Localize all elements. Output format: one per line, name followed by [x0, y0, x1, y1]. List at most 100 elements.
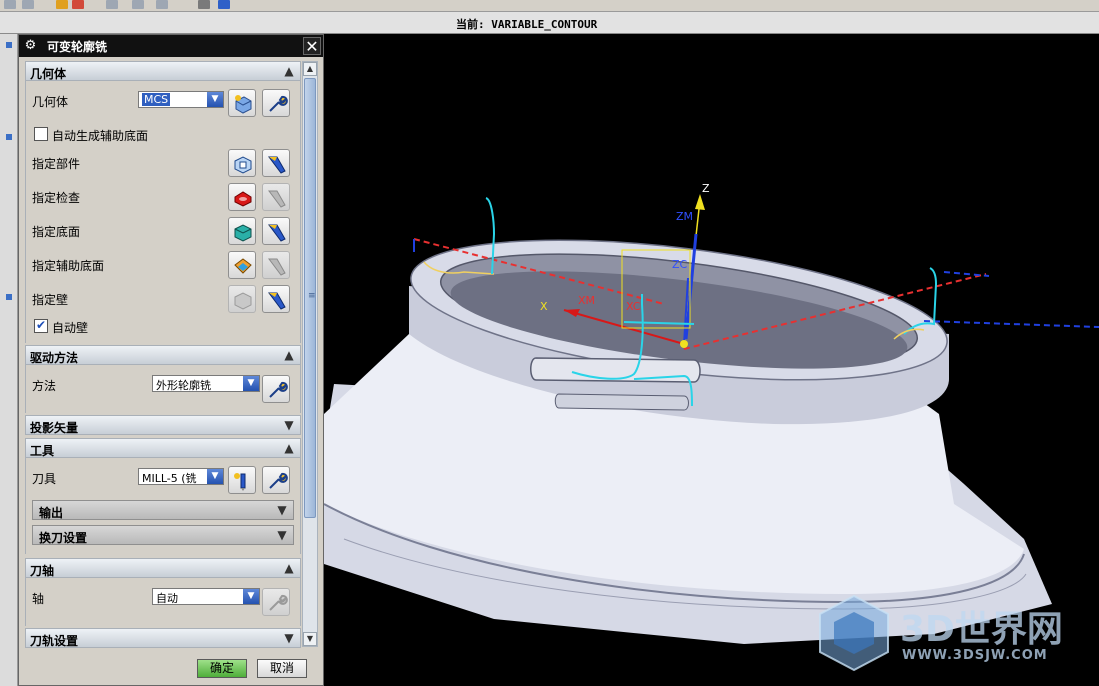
chevron-up-icon[interactable]: ▲: [282, 440, 296, 456]
part-slot-inner: [554, 393, 689, 411]
chevron-down-icon[interactable]: ▼: [207, 469, 223, 484]
chevron-up-icon[interactable]: ▲: [282, 560, 296, 576]
section-title: 刀轴: [30, 564, 55, 578]
axis-label-z: Z: [702, 182, 710, 195]
chevron-down-icon[interactable]: ▼: [243, 376, 259, 391]
grip-icon: ≡: [308, 291, 316, 301]
wrench-icon: [269, 95, 288, 112]
ok-button[interactable]: 确定: [197, 659, 247, 678]
toolbar-icon[interactable]: [218, 0, 230, 9]
select-value: MILL-5 (铣: [142, 472, 197, 485]
edit-tool-axis-button[interactable]: [262, 588, 290, 616]
specify-wall-button[interactable]: [228, 285, 256, 313]
subsection-title: 输出: [39, 506, 64, 520]
chevron-down-icon[interactable]: ▼: [243, 589, 259, 604]
edit-geometry-button[interactable]: [262, 89, 290, 117]
chevron-up-icon[interactable]: ▲: [282, 347, 296, 363]
cancel-button[interactable]: 取消: [257, 659, 307, 678]
section-projection-header[interactable]: 投影矢量 ▼: [25, 415, 301, 435]
select-value: 外形轮廓铣: [156, 379, 211, 392]
auto-wall-checkbox[interactable]: [34, 318, 48, 333]
show-check-button[interactable]: [262, 183, 290, 211]
toolbar-icon[interactable]: [56, 0, 68, 9]
chevron-down-icon[interactable]: ▼: [275, 502, 289, 518]
select-value: MCS: [142, 93, 171, 106]
specify-part-label: 指定部件: [32, 157, 81, 171]
chevron-down-icon[interactable]: ▼: [275, 527, 289, 543]
y-axis-dashed: [943, 271, 990, 277]
specify-part-button[interactable]: [228, 149, 256, 177]
show-floor-button[interactable]: [262, 217, 290, 245]
gear-icon[interactable]: ⚙: [23, 38, 38, 53]
scroll-thumb[interactable]: ≡: [304, 78, 316, 518]
section-drive-header[interactable]: 驱动方法 ▲: [25, 345, 301, 365]
axis-label-xc: XC: [626, 300, 641, 313]
chevron-down-icon[interactable]: ▼: [207, 92, 223, 107]
toolbar-icon[interactable]: [4, 0, 16, 9]
navigator-marker[interactable]: [6, 134, 12, 140]
dialog-scrollbar[interactable]: ▲ ≡ ▼: [302, 61, 318, 647]
edit-drive-method-button[interactable]: [262, 375, 290, 403]
flashlight-disabled-icon: [268, 190, 286, 208]
specify-check-label: 指定检查: [32, 191, 81, 205]
show-aux-floor-button[interactable]: [262, 251, 290, 279]
subsection-output[interactable]: 输出 ▼: [32, 500, 294, 520]
scroll-down-icon[interactable]: ▼: [303, 632, 317, 646]
axis-label-zm: ZM: [676, 210, 693, 223]
wrench-icon: [269, 381, 288, 398]
specify-aux-floor-button[interactable]: [228, 251, 256, 279]
section-path-settings-header[interactable]: 刀轨设置 ▼: [25, 628, 301, 648]
part-icon: [234, 156, 252, 174]
tool-axis-select[interactable]: 自动 ▼: [152, 588, 260, 605]
section-tool-header[interactable]: 工具 ▲: [25, 438, 301, 458]
specify-wall-label: 指定壁: [32, 293, 69, 307]
toolbar-icon[interactable]: [106, 0, 118, 9]
current-operation-label: 当前: VARIABLE_CONTOUR: [456, 18, 598, 31]
geometry-select[interactable]: MCS ▼: [138, 91, 224, 108]
floor-icon: [234, 224, 252, 242]
dialog-titlebar: ⚙ 可变轮廓铣 ✕: [19, 35, 323, 57]
toolbar-icon[interactable]: [198, 0, 210, 9]
drive-method-select[interactable]: 外形轮廓铣 ▼: [152, 375, 260, 392]
subsection-toolchange[interactable]: 换刀设置 ▼: [32, 525, 294, 545]
watermark-brand: 3D世界网: [900, 609, 1063, 650]
flashlight-icon: [268, 224, 286, 242]
subsection-title: 换刀设置: [39, 531, 88, 545]
section-title: 几何体: [30, 67, 67, 81]
wrench-disabled-icon: [269, 594, 288, 611]
origin-point: [680, 340, 688, 348]
variable-contour-dialog: ⚙ 可变轮廓铣 ✕ 几何体 ▲ 几何体 MCS ▼ 自动生成辅助底面 指定部件 …: [18, 34, 324, 686]
tool-select[interactable]: MILL-5 (铣 ▼: [138, 468, 224, 485]
axis-label-x: X: [540, 300, 548, 313]
axis-label-zc: ZC: [672, 258, 688, 271]
toolbar-icon[interactable]: [132, 0, 144, 9]
specify-floor-button[interactable]: [228, 217, 256, 245]
auto-aux-floor-checkbox[interactable]: [34, 127, 48, 141]
navigator-marker[interactable]: [6, 42, 12, 48]
toolbar-icon[interactable]: [156, 0, 168, 9]
toolbar-icon[interactable]: [72, 0, 84, 9]
section-title: 刀轨设置: [30, 634, 79, 648]
edit-tool-button[interactable]: [262, 466, 290, 494]
navigator-marker[interactable]: [6, 294, 12, 300]
status-bar: 当前: VARIABLE_CONTOUR: [0, 12, 1099, 34]
new-geometry-button[interactable]: [228, 89, 256, 117]
chevron-down-icon[interactable]: ▼: [282, 630, 296, 646]
axis-label-xm: XM: [578, 294, 595, 307]
specify-check-button[interactable]: [228, 183, 256, 211]
part-model[interactable]: Z ZM ZC X XM XC: [324, 34, 1099, 686]
scroll-up-icon[interactable]: ▲: [303, 62, 317, 76]
section-geometry-header[interactable]: 几何体 ▲: [25, 61, 301, 81]
chevron-up-icon[interactable]: ▲: [282, 63, 296, 79]
graphics-viewport[interactable]: Z ZM ZC X XM XC 3D世界网 WWW.3DSJW.COM: [324, 34, 1099, 686]
select-value: 自动: [156, 592, 178, 605]
new-tool-button[interactable]: [228, 466, 256, 494]
show-part-button[interactable]: [262, 149, 290, 177]
close-icon[interactable]: ✕: [303, 37, 321, 55]
chevron-down-icon[interactable]: ▼: [282, 417, 296, 433]
new-geometry-icon: [235, 95, 252, 114]
show-wall-button[interactable]: [262, 285, 290, 313]
toolbar-icon[interactable]: [22, 0, 34, 9]
flashlight-disabled-icon: [268, 258, 286, 276]
section-tool-axis-header[interactable]: 刀轴 ▲: [25, 558, 301, 578]
